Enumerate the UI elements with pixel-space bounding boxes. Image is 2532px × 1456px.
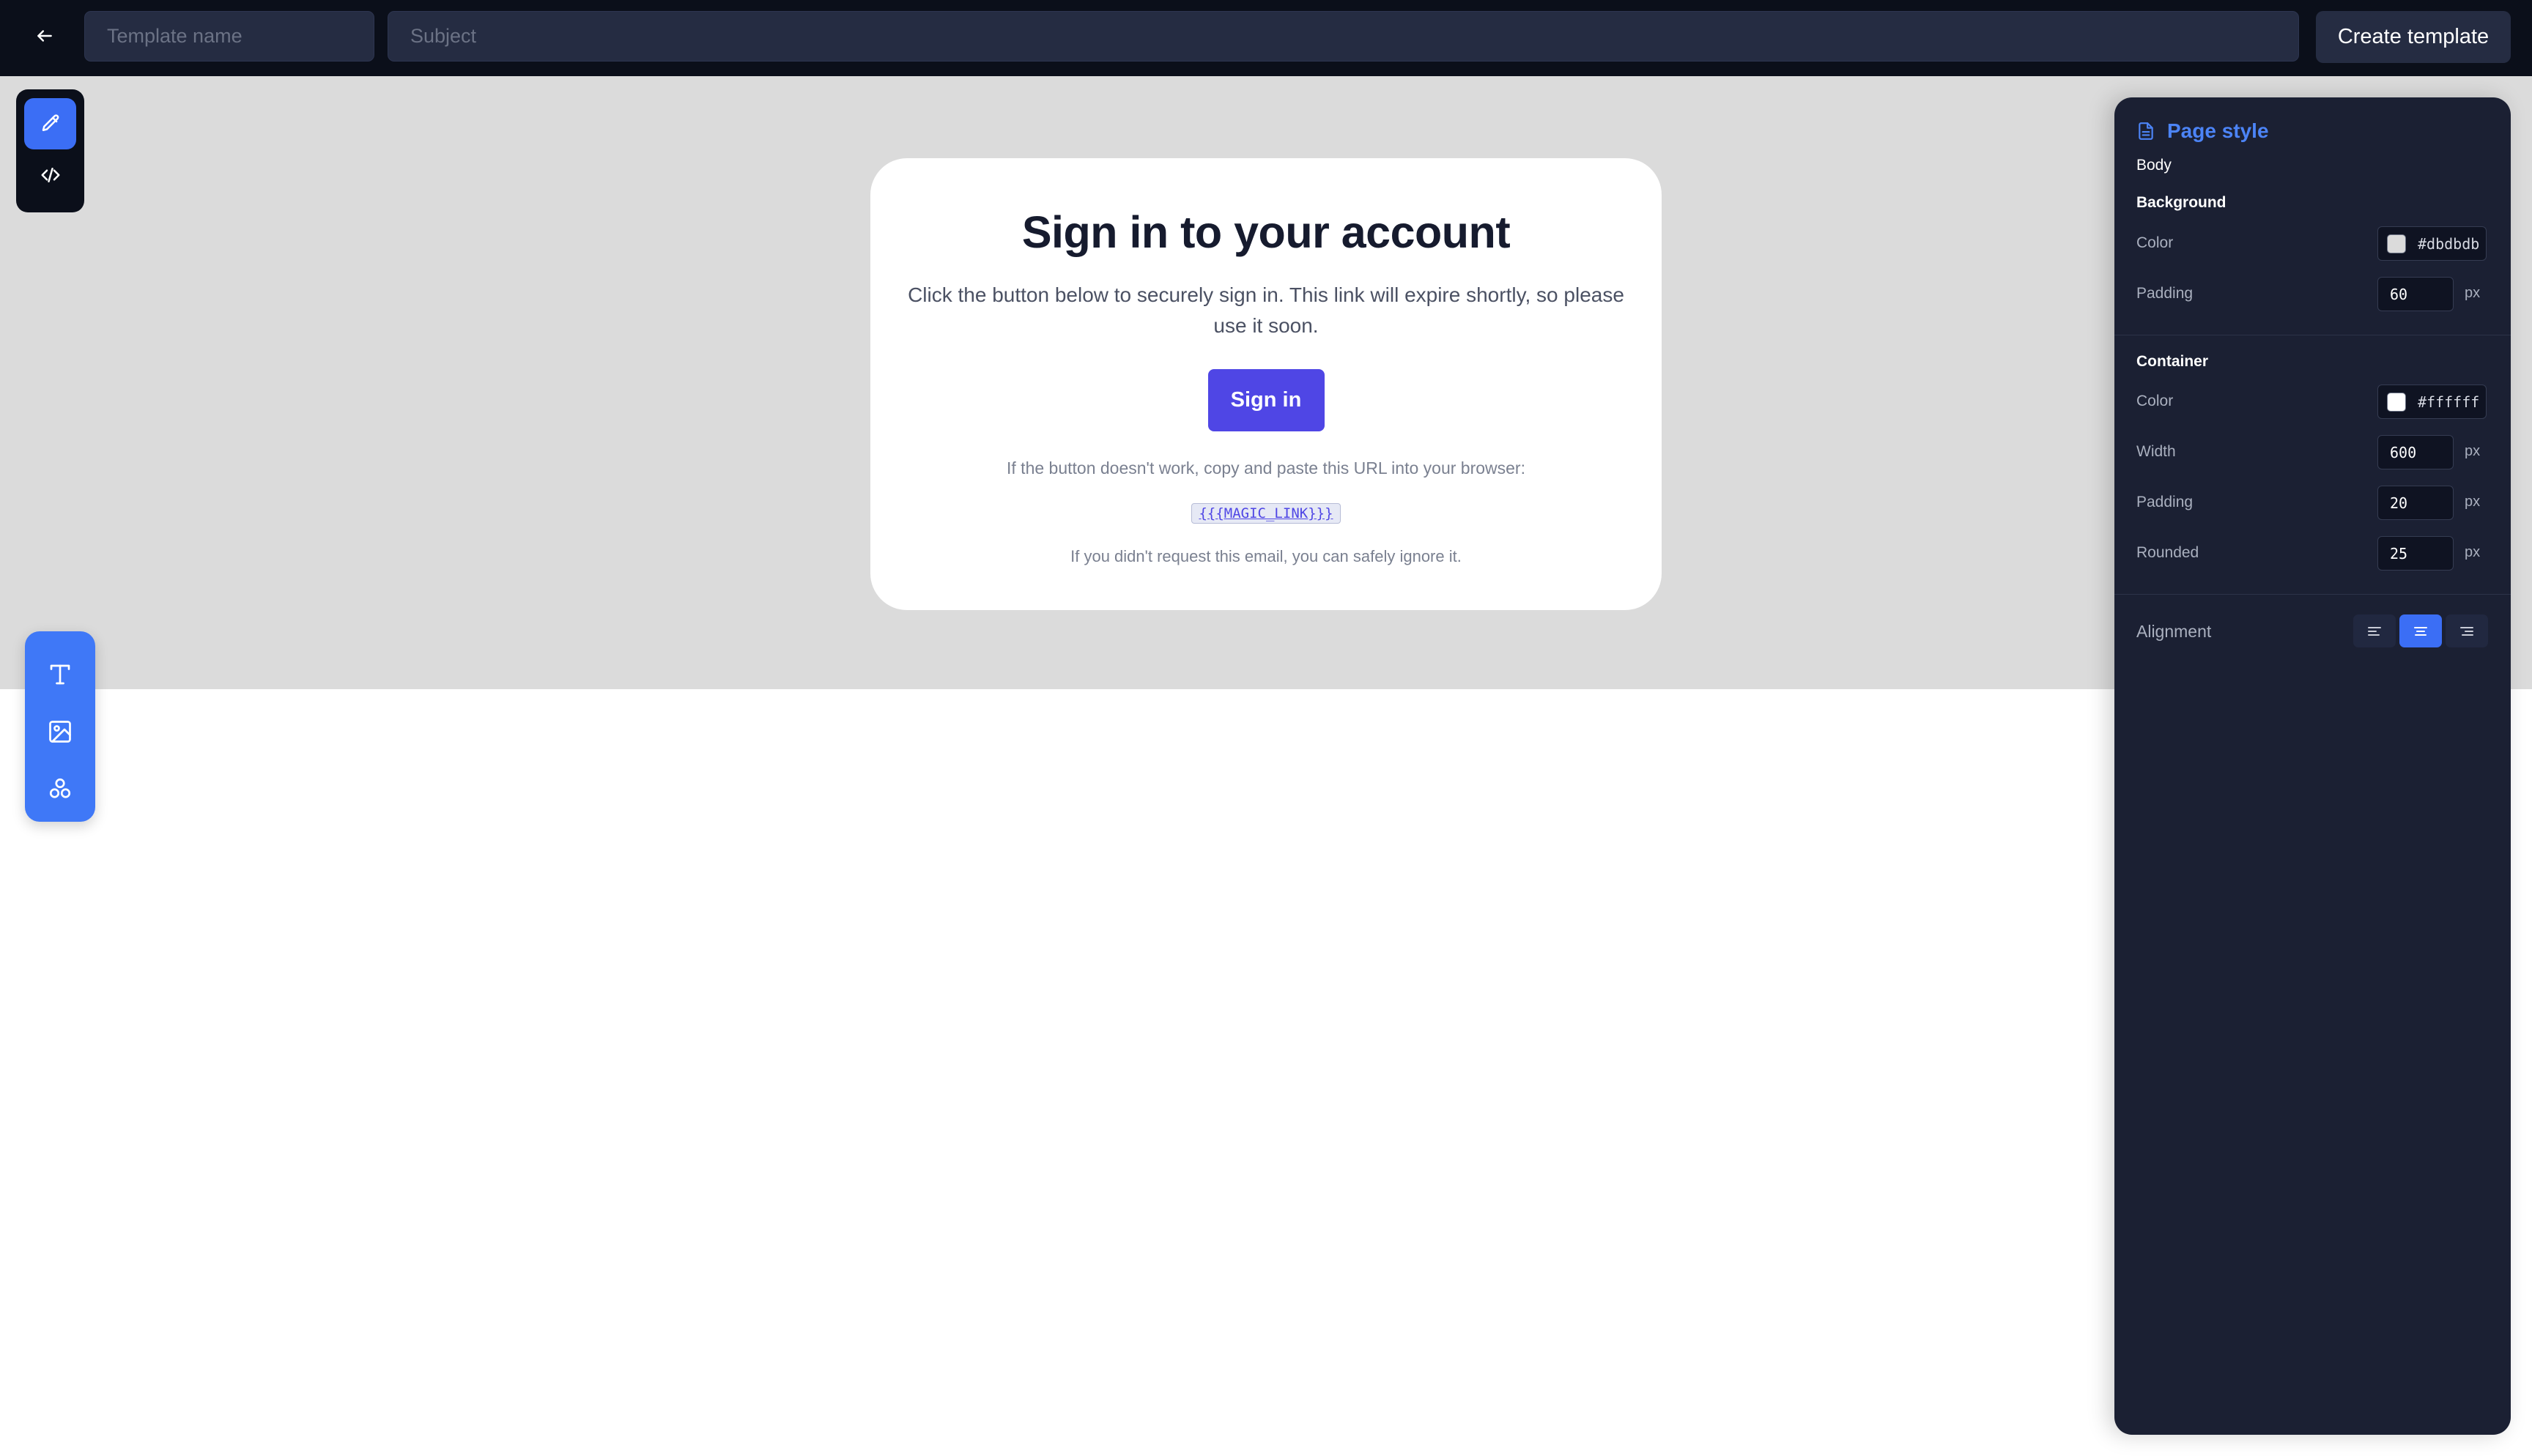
insert-component-button[interactable] bbox=[25, 760, 95, 817]
background-color-swatch[interactable] bbox=[2387, 234, 2406, 253]
panel-title: Page style bbox=[2167, 119, 2269, 142]
align-center-icon bbox=[2414, 626, 2427, 636]
email-title[interactable]: Sign in to your account bbox=[900, 207, 1632, 258]
container-color-label: Color bbox=[2136, 393, 2174, 409]
template-name-input[interactable] bbox=[84, 11, 374, 62]
container-color-swatch[interactable] bbox=[2387, 392, 2406, 412]
ignore-text[interactable]: If you didn't request this email, you ca… bbox=[900, 547, 1632, 566]
code-mode-button[interactable] bbox=[24, 149, 76, 201]
container-padding-unit: px bbox=[2465, 494, 2481, 510]
container-width-input[interactable] bbox=[2377, 435, 2454, 469]
pencil-icon bbox=[42, 114, 59, 131]
background-padding-input[interactable] bbox=[2377, 277, 2454, 311]
arrow-left-icon bbox=[37, 30, 52, 42]
image-icon bbox=[49, 721, 71, 743]
background-padding-unit: px bbox=[2465, 285, 2481, 301]
align-center-button[interactable] bbox=[2399, 614, 2442, 647]
container-padding-label: Padding bbox=[2136, 494, 2194, 510]
panel-subtitle: Body bbox=[2136, 157, 2172, 174]
back-button[interactable] bbox=[26, 18, 63, 54]
container-heading: Container bbox=[2136, 353, 2209, 370]
code-icon bbox=[41, 168, 59, 182]
container-width-label: Width bbox=[2136, 443, 2176, 460]
magic-link[interactable]: {{{MAGIC_LINK}}} bbox=[1191, 503, 1341, 524]
top-bar: Create template bbox=[0, 0, 2532, 76]
alignment-label: Alignment bbox=[2136, 622, 2212, 641]
sign-in-button[interactable]: Sign in bbox=[1207, 369, 1325, 431]
panel-header: Page style bbox=[2136, 119, 2269, 143]
background-heading: Background bbox=[2136, 194, 2226, 211]
container-color-value[interactable]: #ffffff bbox=[2418, 393, 2479, 411]
insert-toolbar bbox=[25, 631, 95, 822]
divider bbox=[2114, 594, 2511, 595]
alignment-toggle-group bbox=[2353, 614, 2488, 647]
create-template-button[interactable]: Create template bbox=[2316, 11, 2511, 63]
edit-mode-button[interactable] bbox=[24, 98, 76, 149]
align-right-button[interactable] bbox=[2446, 614, 2488, 647]
mode-toolbar bbox=[16, 89, 84, 212]
subject-input[interactable] bbox=[388, 11, 2299, 62]
fallback-text[interactable]: If the button doesn't work, copy and pas… bbox=[900, 458, 1632, 478]
container-rounded-label: Rounded bbox=[2136, 544, 2199, 561]
page-style-panel: Page style Body Background Color #dbdbdb… bbox=[2114, 97, 2511, 1435]
container-rounded-unit: px bbox=[2465, 544, 2481, 560]
insert-image-button[interactable] bbox=[25, 703, 95, 760]
background-color-field[interactable]: #dbdbdb bbox=[2377, 226, 2487, 261]
text-icon bbox=[50, 664, 70, 685]
background-color-value[interactable]: #dbdbdb bbox=[2418, 235, 2479, 253]
container-padding-input[interactable] bbox=[2377, 486, 2454, 520]
background-padding-label: Padding bbox=[2136, 285, 2194, 302]
align-left-button[interactable] bbox=[2353, 614, 2396, 647]
components-icon bbox=[49, 778, 71, 798]
align-left-icon bbox=[2368, 626, 2381, 636]
container-color-field[interactable]: #ffffff bbox=[2377, 385, 2487, 419]
email-container[interactable]: Sign in to your account Click the button… bbox=[870, 158, 1662, 610]
container-rounded-input[interactable] bbox=[2377, 536, 2454, 571]
document-icon bbox=[2139, 122, 2153, 140]
insert-text-button[interactable] bbox=[25, 646, 95, 703]
email-body-text[interactable]: Click the button below to securely sign … bbox=[903, 280, 1629, 341]
background-color-label: Color bbox=[2136, 234, 2174, 251]
container-width-unit: px bbox=[2465, 443, 2481, 459]
align-right-icon bbox=[2460, 626, 2473, 636]
